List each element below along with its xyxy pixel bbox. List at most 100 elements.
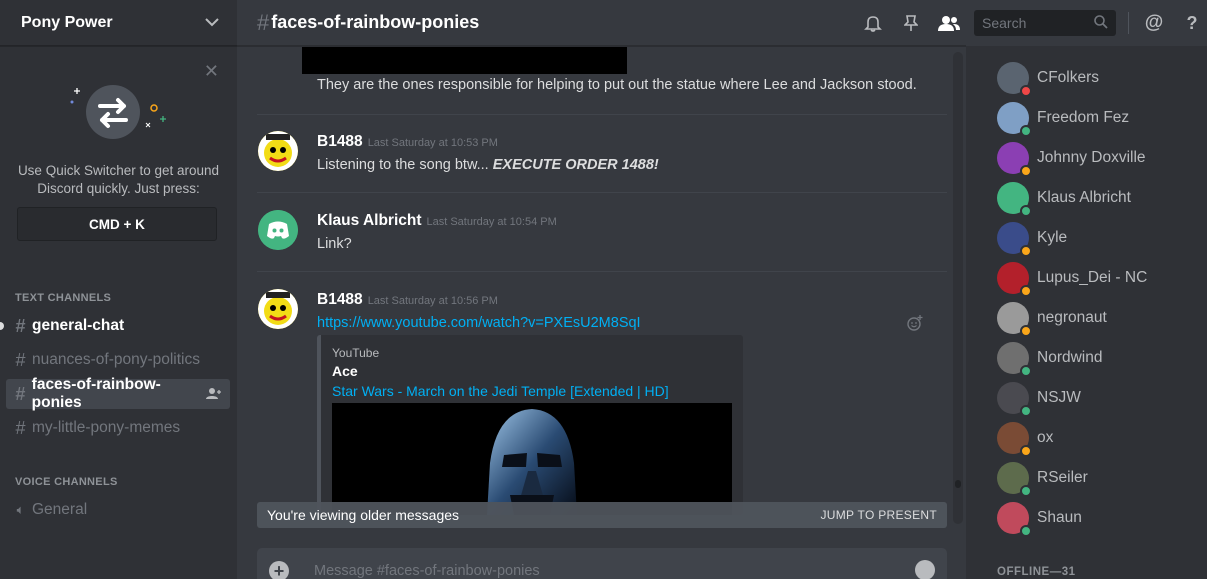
avatar[interactable] (997, 62, 1032, 97)
channel-title: faces-of-rainbow-ponies (271, 12, 480, 32)
channel-general-chat[interactable]: # general-chat (0, 311, 230, 341)
status-indicator (1020, 245, 1032, 257)
attach-plus-icon[interactable]: + (269, 561, 289, 579)
speaker-icon: 🔈︎ (16, 502, 25, 517)
text-channels-category[interactable]: TEXT CHANNELS (15, 292, 111, 304)
message-divider (257, 192, 947, 193)
message-timestamp: Last Saturday at 10:53 PM (367, 137, 498, 149)
message-input[interactable]: Message #faces-of-rainbow-ponies (314, 563, 540, 579)
avatar[interactable] (997, 342, 1032, 377)
emoji-icon[interactable] (915, 560, 935, 579)
member-name[interactable]: Klaus Albricht (1037, 189, 1131, 207)
bell-icon[interactable] (860, 10, 886, 36)
message-link[interactable]: https://www.youtube.com/watch?v=PXEsU2M8… (317, 313, 641, 333)
scrollbar[interactable] (953, 52, 963, 524)
embed-provider[interactable]: YouTube (332, 346, 379, 360)
status-indicator (1020, 85, 1032, 97)
channel-nuances-of-pony-politics[interactable]: # nuances-of-pony-politics (6, 345, 230, 375)
chevron-down-icon[interactable] (205, 14, 219, 32)
message-author[interactable]: Klaus Albricht Last Saturday at 10:54 PM (317, 212, 557, 230)
author-name[interactable]: B1488 (317, 133, 363, 150)
channel-faces-of-rainbow-ponies[interactable]: # faces-of-rainbow-ponies (6, 376, 230, 411)
older-messages-text: You're viewing older messages (267, 507, 460, 523)
avatar[interactable] (997, 462, 1032, 497)
member-name[interactable]: RSeiler (1037, 469, 1088, 487)
avatar[interactable] (997, 262, 1032, 297)
avatar[interactable] (258, 131, 298, 171)
voice-channels-category[interactable]: VOICE CHANNELS (15, 476, 118, 488)
avatar[interactable] (997, 422, 1032, 457)
offline-category: OFFLINE—31 (997, 566, 1076, 578)
message-emphasis: EXECUTE ORDER 1488! (492, 157, 659, 173)
avatar[interactable] (997, 302, 1032, 337)
avatar[interactable] (258, 210, 298, 250)
message-list: They are the ones responsible for helpin… (237, 47, 966, 537)
qs-text-line1: Use Quick Switcher to get around (17, 163, 220, 178)
member-item[interactable]: Klaus Albricht (997, 182, 1131, 217)
member-name[interactable]: Nordwind (1037, 349, 1102, 367)
message-timestamp: Last Saturday at 10:56 PM (367, 295, 498, 307)
status-indicator (1020, 485, 1032, 497)
message-text: Listening to the song btw... EXECUTE ORD… (317, 155, 659, 175)
unread-indicator (0, 322, 4, 330)
member-item[interactable]: Nordwind (997, 342, 1102, 377)
channel-label: faces-of-rainbow-ponies (31, 376, 161, 411)
avatar[interactable] (997, 502, 1032, 537)
member-item[interactable]: ox (997, 422, 1053, 457)
member-name[interactable]: Freedom Fez (1037, 109, 1129, 127)
video-thumbnail[interactable] (332, 403, 732, 515)
member-item[interactable]: Shaun (997, 502, 1082, 537)
author-name[interactable]: B1488 (317, 291, 363, 308)
member-item[interactable]: NSJW (997, 382, 1081, 417)
link-embed: YouTube Ace Star Wars - March on the Jed… (317, 335, 743, 515)
channel-my-little-pony-memes[interactable]: # my-little-pony-memes (6, 413, 230, 443)
member-item[interactable]: negronaut (997, 302, 1107, 337)
quick-switcher-tip: ✕ Use Quick Switcher to get around Disco… (0, 52, 237, 260)
member-name[interactable]: CFolkers (1037, 69, 1099, 87)
avatar[interactable] (997, 182, 1032, 217)
member-item[interactable]: Johnny Doxville (997, 142, 1146, 177)
member-name[interactable]: Johnny Doxville (1037, 149, 1146, 167)
member-name[interactable]: Kyle (1037, 229, 1067, 247)
author-name[interactable]: Klaus Albricht (317, 212, 422, 229)
message-author[interactable]: B1488 Last Saturday at 10:56 PM (317, 291, 498, 309)
avatar[interactable] (997, 142, 1032, 177)
member-name[interactable]: ox (1037, 429, 1053, 447)
voice-channel-general[interactable]: 🔈︎ General (6, 495, 230, 525)
avatar[interactable] (997, 102, 1032, 137)
close-icon[interactable]: ✕ (204, 62, 219, 80)
search-input[interactable]: Search (974, 10, 1116, 36)
message-author[interactable]: B1488 Last Saturday at 10:53 PM (317, 133, 498, 151)
guild-header[interactable]: Pony Power (0, 0, 237, 46)
jump-to-present-button[interactable]: JUMP TO PRESENT (820, 508, 937, 522)
member-item[interactable]: CFolkers (997, 62, 1099, 97)
member-name[interactable]: Lupus_Dei - NC (1037, 269, 1147, 287)
help-icon[interactable]: ? (1179, 10, 1205, 36)
member-item[interactable]: RSeiler (997, 462, 1088, 497)
member-item[interactable]: Freedom Fez (997, 102, 1129, 137)
header-toolbar: Search @ ? (860, 0, 1207, 46)
youtube-link[interactable]: https://www.youtube.com/watch?v=PXEsU2M8… (317, 315, 641, 331)
member-name[interactable]: Shaun (1037, 509, 1082, 527)
quick-switcher-shortcut-button[interactable]: CMD + K (17, 207, 217, 241)
status-indicator (1020, 125, 1032, 137)
mentions-icon[interactable]: @ (1141, 10, 1167, 36)
pin-icon[interactable] (898, 10, 924, 36)
discord-app: Pony Power ✕ Use Quick Switcher to get a… (0, 0, 1207, 579)
member-item[interactable]: Kyle (997, 222, 1067, 257)
embed-author[interactable]: Ace (332, 363, 358, 379)
quick-switcher-text: Use Quick Switcher to get around Discord… (0, 162, 237, 198)
avatar[interactable] (997, 222, 1032, 257)
avatar[interactable] (258, 289, 298, 329)
member-name[interactable]: negronaut (1037, 309, 1107, 327)
embed-title[interactable]: Star Wars - March on the Jedi Temple [Ex… (332, 383, 669, 399)
add-reaction-icon[interactable] (907, 315, 923, 336)
member-list-icon[interactable] (936, 10, 962, 36)
avatar[interactable] (997, 382, 1032, 417)
member-item[interactable]: Lupus_Dei - NC (997, 262, 1147, 297)
status-indicator (1020, 325, 1032, 337)
member-name[interactable]: NSJW (1037, 389, 1081, 407)
invite-user-icon[interactable] (206, 387, 222, 402)
scrollbar-thumb[interactable] (955, 480, 961, 488)
status-indicator (1020, 205, 1032, 217)
